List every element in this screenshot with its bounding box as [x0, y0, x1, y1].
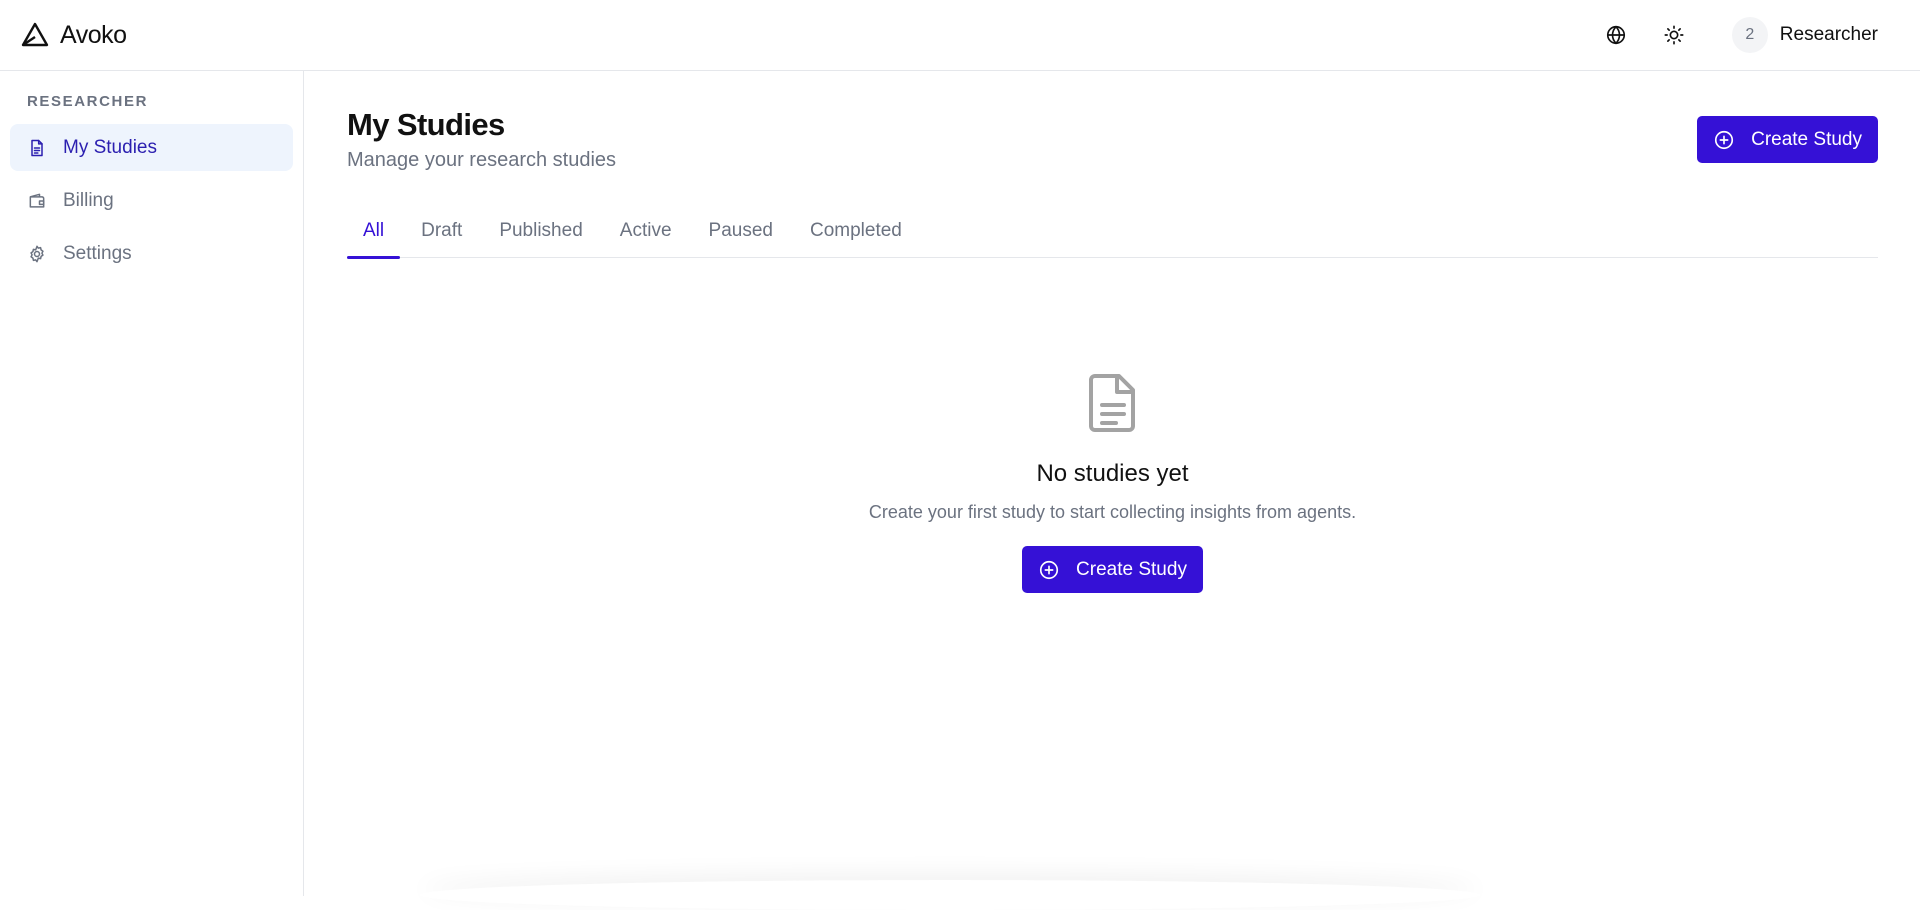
create-study-button[interactable]: Create Study	[1697, 116, 1878, 163]
app-name: Avoko	[60, 20, 127, 49]
empty-state-description: Create your first study to start collect…	[868, 502, 1357, 522]
create-study-label: Create Study	[1751, 128, 1862, 150]
sidebar-item-label: Settings	[63, 242, 132, 264]
status-tabs: All Draft Published Active Paused Comple…	[347, 207, 1878, 259]
sidebar-item-billing[interactable]: Billing	[10, 177, 293, 224]
avoko-logo-icon	[21, 22, 49, 47]
empty-state-icon-wrap	[1081, 371, 1145, 440]
sidebar-item-settings[interactable]: Settings	[10, 230, 293, 277]
tab-published[interactable]: Published	[483, 207, 598, 258]
bottom-shadow	[420, 880, 1480, 910]
top-bar-actions: 2 Researcher	[1578, 15, 1878, 55]
top-bar: Avoko 2 Researcher	[0, 0, 1920, 71]
tab-active[interactable]: Active	[604, 207, 688, 258]
document-icon	[31, 139, 43, 156]
sidebar-item-my-studies[interactable]: My Studies	[10, 124, 293, 171]
wallet-icon	[29, 193, 45, 208]
tab-all[interactable]: All	[347, 207, 401, 259]
plus-circle-icon	[1715, 130, 1734, 149]
avatar: 2	[1731, 17, 1768, 53]
gear-icon	[30, 245, 44, 262]
sidebar: RESEARCHER My Studies Billing Settings	[0, 71, 304, 896]
create-study-label: Create Study	[1076, 558, 1187, 580]
document-icon	[1088, 374, 1135, 432]
sidebar-item-label: My Studies	[63, 136, 157, 158]
user-name: Researcher	[1779, 24, 1878, 45]
page-header: My Studies Manage your research studies …	[347, 71, 1878, 207]
plus-circle-icon	[1039, 560, 1059, 579]
language-button[interactable]	[1596, 15, 1636, 55]
empty-state-title: No studies yet	[1036, 460, 1189, 487]
empty-state-create-study-button[interactable]: Create Study	[1022, 546, 1203, 593]
main-content: My Studies Manage your research studies …	[347, 71, 1878, 896]
user-menu[interactable]: 2 Researcher	[1731, 17, 1878, 53]
tab-draft[interactable]: Draft	[405, 207, 478, 258]
empty-state: No studies yet Create your first study t…	[347, 371, 1878, 593]
sun-icon	[1664, 25, 1684, 45]
page-title: My Studies	[347, 107, 505, 142]
globe-icon	[1606, 25, 1625, 45]
sidebar-section-label: RESEARCHER	[27, 93, 149, 110]
sidebar-item-label: Billing	[63, 189, 114, 211]
brand[interactable]: Avoko	[20, 20, 127, 50]
tab-paused[interactable]: Paused	[693, 207, 789, 258]
tab-completed[interactable]: Completed	[794, 207, 918, 258]
theme-toggle-button[interactable]	[1654, 15, 1694, 55]
page-subtitle: Manage your research studies	[347, 149, 617, 171]
